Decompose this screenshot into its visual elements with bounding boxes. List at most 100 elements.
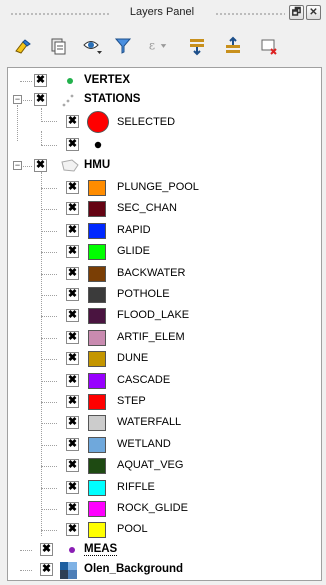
hmu-class-row[interactable]: ✖ ARTIF_ELEM [8,328,321,348]
hmu-class-checkbox[interactable]: ✖ [66,309,79,322]
hmu-class-checkbox[interactable]: ✖ [66,224,79,237]
filter-expression-icon[interactable]: ε [147,35,169,57]
hmu-class-label: ARTIF_ELEM [117,331,185,343]
hmu-class-row[interactable]: ✖ BACKWATER [8,264,321,284]
hmu-expand-toggle[interactable]: − [13,161,22,170]
hmu-class-row[interactable]: ✖ STEP [8,392,321,412]
hmu-class-checkbox[interactable]: ✖ [66,288,79,301]
hmu-class-label: STEP [117,395,146,407]
tree-connector [41,108,42,120]
hmu-class-swatch [88,180,106,196]
close-button[interactable]: ✕ [306,5,321,20]
layer-row-hmu[interactable]: − ✖ HMU [8,156,321,176]
layer-row-stations[interactable]: − ✖ STATIONS [8,90,321,110]
hmu-class-label: CASCADE [117,374,171,386]
stations-multi-point-icon [62,94,74,107]
hmu-class-row[interactable]: ✖ WATERFALL [8,413,321,433]
hmu-visibility-checkbox[interactable]: ✖ [34,159,47,172]
hmu-class-row[interactable]: ✖ RIFFLE [8,478,321,498]
tree-connector [41,530,57,531]
hmu-class-checkbox[interactable]: ✖ [66,245,79,258]
hmu-class-swatch [88,287,106,303]
hmu-class-row[interactable]: ✖ RAPID [8,221,321,241]
layer-row-meas[interactable]: ✖ MEAS [8,540,321,560]
hmu-class-checkbox[interactable]: ✖ [66,523,79,536]
hmu-class-label: RAPID [117,224,151,236]
expand-all-icon[interactable] [186,35,208,57]
hmu-class-row[interactable]: ✖ WETLAND [8,435,321,455]
hmu-class-label: GLIDE [117,245,151,257]
hmu-class-checkbox[interactable]: ✖ [66,395,79,408]
filter-legend-icon[interactable] [112,35,134,57]
tree-connector [20,81,32,82]
stations-expand-toggle[interactable]: − [13,95,22,104]
tree-connector [41,316,57,317]
hmu-class-checkbox[interactable]: ✖ [66,438,79,451]
hmu-class-checkbox[interactable]: ✖ [66,481,79,494]
hmu-class-checkbox[interactable]: ✖ [66,502,79,515]
hmu-class-swatch [88,458,106,474]
hmu-class-row[interactable]: ✖ DUNE [8,349,321,369]
hmu-class-row[interactable]: ✖ ROCK_GLIDE [8,499,321,519]
station-class-checkbox[interactable]: ✖ [66,115,79,128]
hmu-class-checkbox[interactable]: ✖ [66,352,79,365]
hmu-class-checkbox[interactable]: ✖ [66,416,79,429]
stations-class-row[interactable]: ✖ SELECTED [8,108,321,134]
title-grip-left [10,12,110,16]
hmu-class-row[interactable]: ✖ GLIDE [8,242,321,262]
hmu-class-row[interactable]: ✖ FLOOD_LAKE [8,306,321,326]
hmu-class-row[interactable]: ✖ POOL [8,520,321,540]
tree-connector [41,145,57,146]
hmu-class-row[interactable]: ✖ AQUAT_VEG [8,456,321,476]
tree-connector [41,252,57,253]
hmu-class-row[interactable]: ✖ POTHOLE [8,285,321,305]
hmu-class-label: FLOOD_LAKE [117,309,190,321]
tree-connector [41,295,57,296]
raster-layer-icon [60,562,77,579]
remove-layer-icon[interactable] [258,35,280,57]
hmu-layer-name: HMU [84,159,111,171]
hmu-class-row[interactable]: ✖ CASCADE [8,371,321,391]
background-layer-name: Olen_Background [84,563,184,575]
hmu-class-swatch [88,522,106,538]
stations-layer-name: STATIONS [84,93,141,105]
background-visibility-checkbox[interactable]: ✖ [40,563,53,576]
hmu-class-swatch [88,415,106,431]
hmu-class-row[interactable]: ✖ SEC_CHAN [8,199,321,219]
hmu-class-label: AQUAT_VEG [117,459,184,471]
hmu-class-checkbox[interactable]: ✖ [66,331,79,344]
collapse-all-icon[interactable] [222,35,244,57]
meas-layer-name: MEAS [84,543,118,556]
hmu-class-label: RIFFLE [117,481,155,493]
hmu-class-row[interactable]: ✖ PLUNGE_POOL [8,178,321,198]
hmu-class-checkbox[interactable]: ✖ [66,459,79,472]
hmu-class-swatch [88,437,106,453]
hmu-class-swatch [88,351,106,367]
stations-class-row[interactable]: ✖ [8,131,321,155]
vertex-visibility-checkbox[interactable]: ✖ [34,74,47,87]
tree-connector [41,121,57,122]
hmu-class-label: DUNE [117,352,149,364]
add-group-icon[interactable] [47,35,69,57]
open-layer-styling-icon[interactable] [12,35,34,57]
title-grip-right [215,12,285,16]
manage-visibility-icon[interactable] [82,35,104,57]
panel-title-bar[interactable]: Layers Panel 🗗 ✕ [0,0,326,29]
layer-tree[interactable]: ✖ VERTEX − ✖ STATIONS ✖ SELECTED ✖ − ✖ H… [7,67,322,581]
hmu-class-swatch [88,394,106,410]
station-class-checkbox[interactable]: ✖ [66,138,79,151]
meas-visibility-checkbox[interactable]: ✖ [40,543,53,556]
hmu-class-checkbox[interactable]: ✖ [66,181,79,194]
hmu-class-swatch [88,223,106,239]
tree-connector [20,570,32,571]
tree-connector [41,402,57,403]
hmu-class-checkbox[interactable]: ✖ [66,202,79,215]
float-button[interactable]: 🗗 [289,5,304,20]
hmu-class-label: POOL [117,523,148,535]
hmu-class-checkbox[interactable]: ✖ [66,267,79,280]
layer-row-background[interactable]: ✖ Olen_Background [8,560,321,580]
meas-point-symbol [69,547,75,553]
layer-row-vertex[interactable]: ✖ VERTEX [8,71,321,91]
stations-visibility-checkbox[interactable]: ✖ [34,93,47,106]
hmu-class-checkbox[interactable]: ✖ [66,374,79,387]
